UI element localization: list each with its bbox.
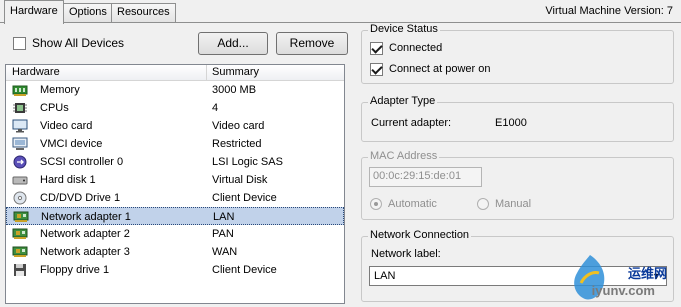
row-name: CPUs <box>40 102 69 114</box>
cpu-icon <box>13 103 27 113</box>
floppy-drive-icon <box>14 264 26 276</box>
network-connection-title: Network Connection <box>368 229 472 241</box>
network-adapter-icon <box>12 246 28 257</box>
memory-icon <box>12 85 28 96</box>
vmci-icon <box>12 137 28 150</box>
table-row[interactable]: VMCI device Restricted <box>6 135 344 153</box>
row-name: Network adapter 3 <box>40 246 130 258</box>
row-summary: 4 <box>212 102 219 114</box>
connect-at-power-on-checkbox[interactable] <box>370 63 383 76</box>
table-row[interactable]: CD/DVD Drive 1 Client Device <box>6 189 344 207</box>
tab-resources[interactable]: Resources <box>111 3 176 22</box>
column-header-hardware[interactable]: Hardware <box>12 66 60 78</box>
network-adapter-icon <box>13 211 29 222</box>
table-row[interactable]: Network adapter 1 LAN <box>6 207 344 225</box>
row-summary: LAN <box>213 211 235 223</box>
add-button[interactable]: Add... <box>198 32 268 55</box>
scsi-controller-icon <box>13 155 27 169</box>
hardware-table[interactable]: Hardware Summary Memory 3000 MB CPUs 4 V… <box>5 64 345 304</box>
current-adapter-label: Current adapter: <box>371 117 452 129</box>
row-name: SCSI controller 0 <box>40 156 124 168</box>
vm-version-label: Virtual Machine Version: 7 <box>545 5 673 17</box>
table-row[interactable]: SCSI controller 0 LSI Logic SAS <box>6 153 344 171</box>
tab-bar: Hardware Options Resources Virtual Machi… <box>0 0 681 24</box>
table-row[interactable]: CPUs 4 <box>6 99 344 117</box>
row-name: Memory <box>40 84 80 96</box>
remove-button[interactable]: Remove <box>276 32 348 55</box>
connected-label: Connected <box>389 42 443 54</box>
adapter-type-group: Adapter Type Current adapter: E1000 <box>361 95 674 142</box>
current-adapter-value: E1000 <box>495 117 527 129</box>
automatic-radio[interactable] <box>370 198 382 210</box>
row-summary: Client Device <box>212 264 277 276</box>
connected-checkbox[interactable] <box>370 42 383 55</box>
watermark: 运维网 iyunv.com <box>567 251 677 305</box>
row-name: Network adapter 1 <box>41 211 131 223</box>
video-card-icon <box>12 119 28 133</box>
adapter-type-title: Adapter Type <box>368 95 438 107</box>
table-row[interactable]: Network adapter 3 WAN <box>6 243 344 261</box>
manual-label: Manual <box>495 198 532 210</box>
mac-address-title: MAC Address <box>368 150 440 162</box>
row-summary: Client Device <box>212 192 277 204</box>
table-row[interactable]: Network adapter 2 PAN <box>6 225 344 243</box>
watermark-text-url: iyunv.com <box>591 283 655 298</box>
automatic-label: Automatic <box>388 198 437 210</box>
table-row[interactable]: Video card Video card <box>6 117 344 135</box>
row-summary: Restricted <box>212 138 262 150</box>
network-adapter-icon <box>12 228 28 239</box>
table-row[interactable]: Hard disk 1 Virtual Disk <box>6 171 344 189</box>
checkbox-icon[interactable] <box>13 36 26 50</box>
hard-disk-icon <box>12 176 28 185</box>
row-name: CD/DVD Drive 1 <box>40 192 121 204</box>
column-header-summary[interactable]: Summary <box>212 66 259 78</box>
watermark-text-cn: 运维网 <box>627 266 667 281</box>
device-status-title: Device Status <box>368 23 440 35</box>
row-summary: Virtual Disk <box>212 174 268 186</box>
show-all-devices-label: Show All Devices <box>32 36 125 50</box>
cd-dvd-icon <box>13 191 27 205</box>
row-summary: WAN <box>212 246 238 258</box>
row-summary: 3000 MB <box>212 84 257 96</box>
manual-radio[interactable] <box>477 198 489 210</box>
table-header: Hardware Summary <box>6 65 344 81</box>
device-status-group: Device Status Connected Connect at power… <box>361 23 674 84</box>
table-row[interactable]: Memory 3000 MB <box>6 81 344 99</box>
row-summary: LSI Logic SAS <box>212 156 283 168</box>
show-all-devices-checkbox[interactable]: Show All Devices <box>13 36 124 50</box>
tab-hardware[interactable]: Hardware <box>4 0 64 24</box>
row-name: Video card <box>40 120 93 132</box>
row-summary: Video card <box>212 120 265 132</box>
tab-options[interactable]: Options <box>63 3 113 22</box>
connect-at-power-on-label: Connect at power on <box>389 63 491 75</box>
row-name: Hard disk 1 <box>40 174 96 186</box>
network-label-value: LAN <box>374 270 396 282</box>
row-name: Floppy drive 1 <box>40 264 110 276</box>
row-summary: PAN <box>212 228 234 240</box>
row-name: Network adapter 2 <box>40 228 130 240</box>
table-row[interactable]: Floppy drive 1 Client Device <box>6 261 344 279</box>
network-label-label: Network label: <box>371 248 441 260</box>
row-name: VMCI device <box>40 138 103 150</box>
mac-address-group: MAC Address 00:0c:29:15:de:01 Automatic … <box>361 150 674 220</box>
mac-address-field[interactable]: 00:0c:29:15:de:01 <box>369 167 482 187</box>
tab-baseline <box>0 22 681 23</box>
